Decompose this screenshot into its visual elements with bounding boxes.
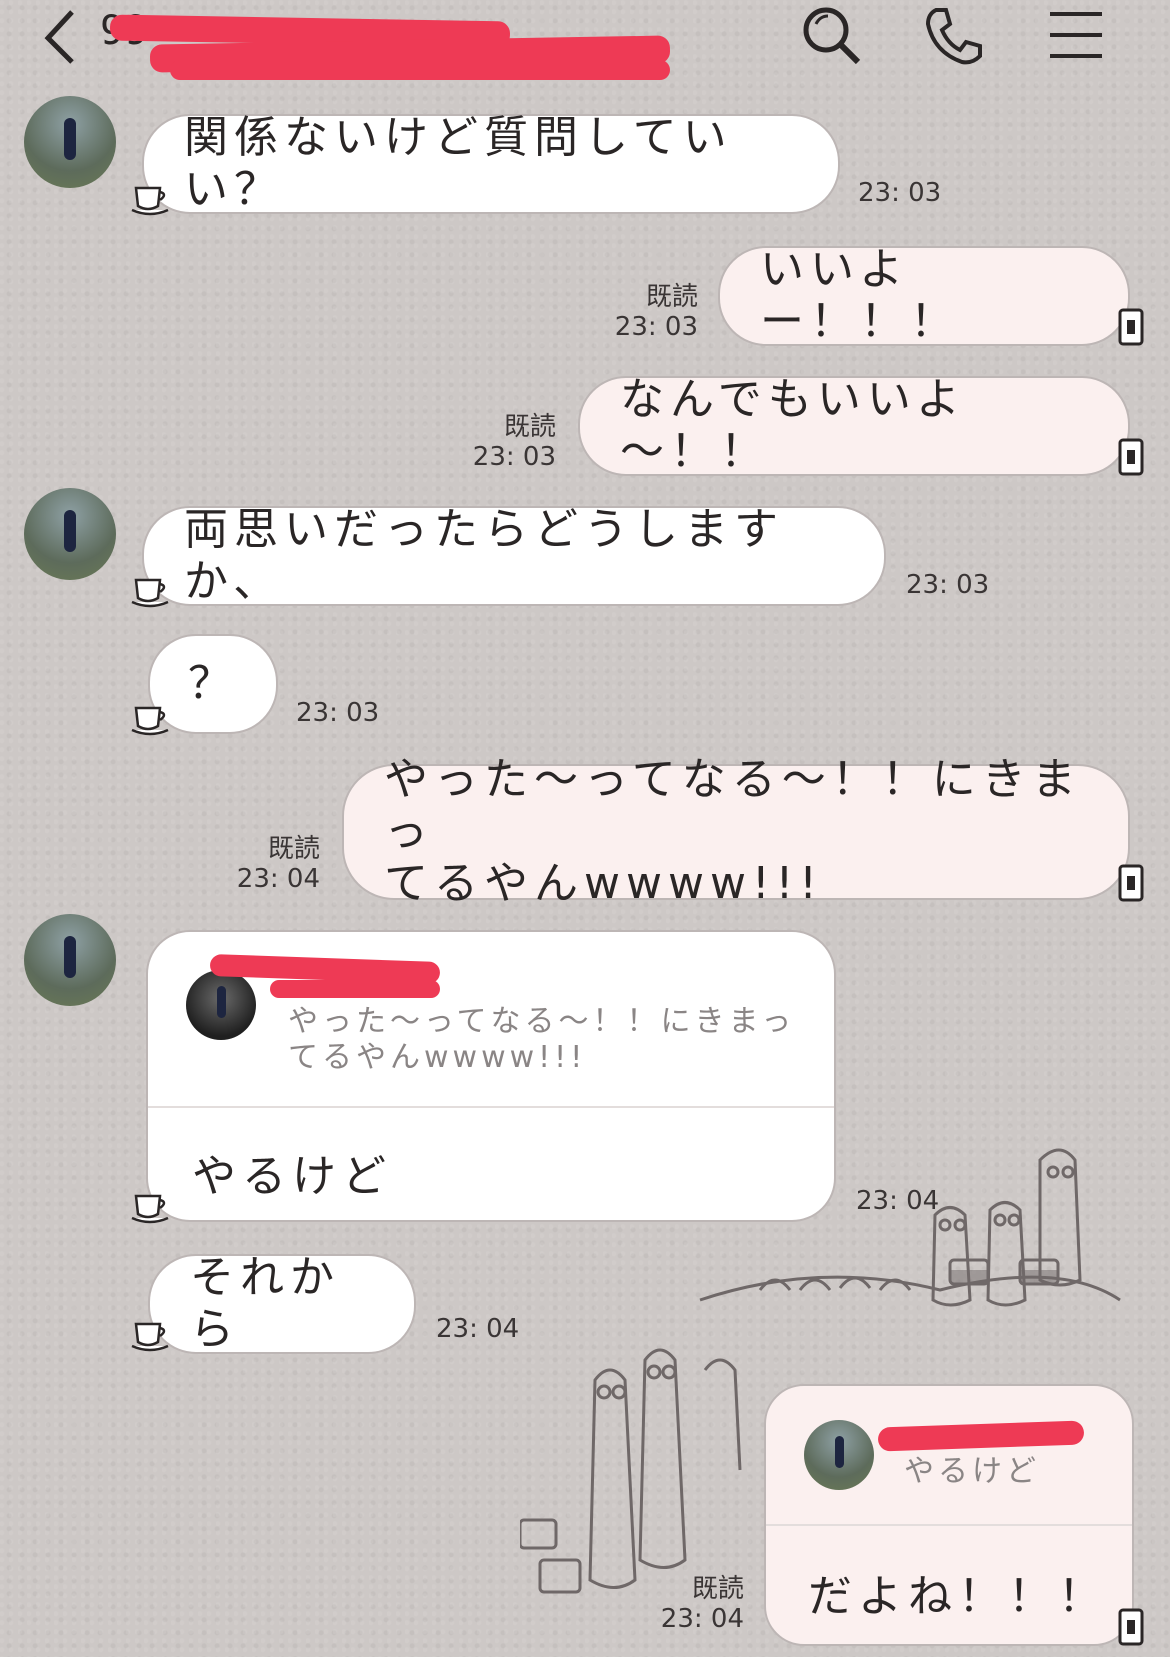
contact-avatar[interactable] (24, 488, 116, 580)
message-time: 23: 03 (858, 178, 942, 208)
message-text: だよね！！！ (808, 1571, 1108, 1622)
message-text: 両思いだったらどうしますか、 (184, 504, 784, 607)
quoted-message-text: やった～ってなる～！！にきまっ てるやんwwww!!! (288, 1004, 796, 1075)
contact-avatar[interactable] (24, 96, 116, 188)
message-time: 23: 03 (614, 312, 698, 342)
contact-avatar[interactable] (24, 914, 116, 1006)
redacted-name (170, 60, 670, 80)
phone-sticker-icon (1118, 438, 1144, 476)
message-time: 23: 04 (856, 1186, 940, 1216)
read-label: 既読 (645, 282, 698, 312)
search-icon[interactable] (800, 4, 864, 68)
phone-sticker-icon (1118, 864, 1144, 902)
message-time: 23: 04 (436, 1314, 520, 1344)
redacted-name (270, 980, 440, 998)
read-receipt: 既読 23: 04 (646, 1574, 744, 1634)
read-label: 既読 (267, 834, 320, 864)
read-receipt: 既読 23: 03 (600, 282, 698, 342)
cup-icon (131, 186, 169, 216)
cup-icon (131, 1322, 169, 1352)
message-text: なんでもいいよ～！！ (620, 374, 967, 477)
message-bubble[interactable]: やった～ってなる～！！にきまっ てるやんwwww!!! (342, 754, 1130, 909)
read-label: 既読 (503, 412, 556, 442)
message-text: それから (190, 1252, 340, 1355)
message-text: やった～ってなる～！！にきまっ てるやんwwww!!! (384, 754, 1082, 909)
cup-icon (131, 706, 169, 736)
message-text: やるけど (192, 1151, 392, 1202)
phone-sticker-icon (1118, 1608, 1144, 1646)
phone-icon[interactable] (922, 4, 986, 68)
message-bubble[interactable]: なんでもいいよ～！！ (578, 374, 1130, 477)
message-bubble[interactable]: いいよー！！！ (718, 244, 1130, 347)
message-time: 23: 03 (296, 698, 380, 728)
reply-divider (766, 1524, 1132, 1526)
read-receipt: 既読 23: 04 (222, 834, 320, 894)
message-bubble[interactable]: 両思いだったらどうしますか、 (142, 504, 886, 607)
message-text: ？ (188, 658, 238, 709)
read-receipt: 既読 23: 03 (458, 412, 556, 472)
quoted-message-text: やるけど (904, 1454, 1040, 1489)
message-bubble[interactable]: それから (148, 1252, 416, 1355)
phone-sticker-icon (1118, 308, 1144, 346)
message-time: 23: 04 (236, 864, 320, 894)
quoted-avatar (804, 1420, 874, 1490)
message-text: いいよー！！！ (760, 244, 960, 347)
menu-icon[interactable] (1046, 8, 1106, 62)
message-text: 関係ないけど質問していい？ (184, 112, 733, 215)
message-time: 23: 03 (472, 442, 556, 472)
chat-header: 99 (0, 0, 1170, 92)
message-time: 23: 03 (906, 570, 990, 600)
message-bubble[interactable]: 関係ないけど質問していい？ (142, 112, 840, 215)
cup-icon (131, 578, 169, 608)
message-time: 23: 04 (660, 1604, 744, 1634)
cup-icon (131, 1194, 169, 1224)
quoted-avatar (186, 970, 256, 1040)
reply-divider (148, 1106, 834, 1108)
chevron-left-icon[interactable] (40, 6, 80, 66)
read-label: 既読 (691, 1574, 744, 1604)
